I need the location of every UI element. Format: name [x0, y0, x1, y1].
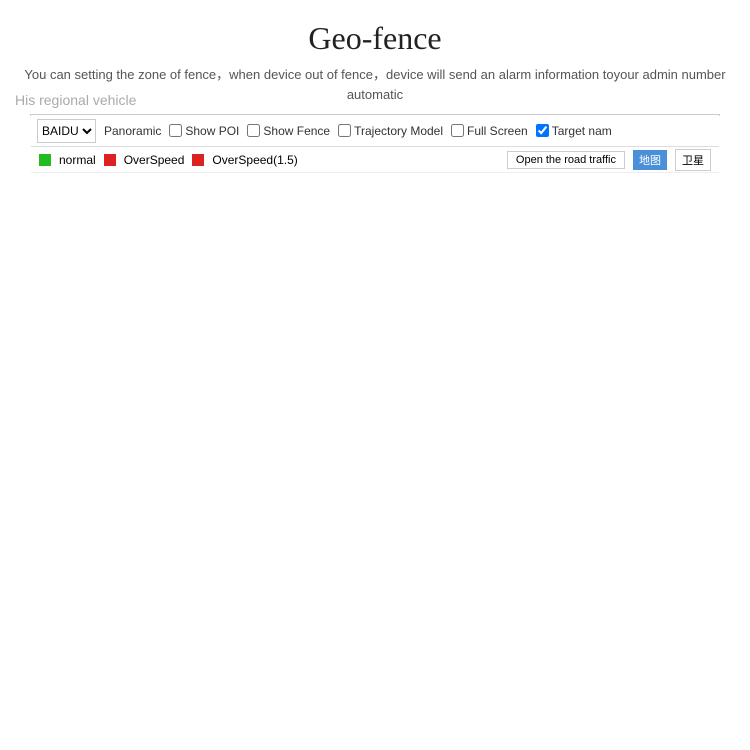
region-label: His regional vehicle: [15, 92, 136, 108]
overspeed-dot: [104, 154, 116, 166]
normal-label: normal: [59, 153, 96, 167]
overspeed-label: OverSpeed: [124, 153, 185, 167]
satellite-button[interactable]: 卫星: [675, 149, 711, 171]
show-poi-item[interactable]: Show POI: [169, 124, 239, 138]
fullscreen-item[interactable]: Full Screen: [451, 124, 528, 138]
trajectory-label: Trajectory Model: [354, 124, 443, 138]
ditu-button[interactable]: 地图: [633, 150, 667, 170]
page-title: Geo-fence: [0, 20, 750, 57]
fullscreen-label: Full Screen: [467, 124, 528, 138]
overspeed15-label: OverSpeed(1.5): [212, 153, 297, 167]
map-select[interactable]: BAIDU: [37, 119, 96, 143]
show-poi-label: Show POI: [185, 124, 239, 138]
panoramic-label: Panoramic: [104, 124, 161, 138]
overspeed15-dot: [192, 154, 204, 166]
show-fence-label: Show Fence: [263, 124, 330, 138]
trajectory-item[interactable]: Trajectory Model: [338, 124, 443, 138]
map-section: BAIDU Panoramic Show POI Show Fence Traj…: [30, 114, 720, 116]
target-name-item[interactable]: Target nam: [536, 124, 612, 138]
target-name-checkbox[interactable]: [536, 124, 549, 137]
show-poi-checkbox[interactable]: [169, 124, 182, 137]
trajectory-checkbox[interactable]: [338, 124, 351, 137]
legend-bar: normal OverSpeed OverSpeed(1.5) Open the…: [31, 147, 719, 173]
fullscreen-checkbox[interactable]: [451, 124, 464, 137]
normal-dot: [39, 154, 51, 166]
show-fence-item[interactable]: Show Fence: [247, 124, 330, 138]
road-traffic-button[interactable]: Open the road traffic: [507, 151, 625, 169]
panoramic-item: Panoramic: [104, 124, 161, 138]
show-fence-checkbox[interactable]: [247, 124, 260, 137]
map-toolbar: BAIDU Panoramic Show POI Show Fence Traj…: [31, 115, 719, 147]
target-name-label: Target nam: [552, 124, 612, 138]
